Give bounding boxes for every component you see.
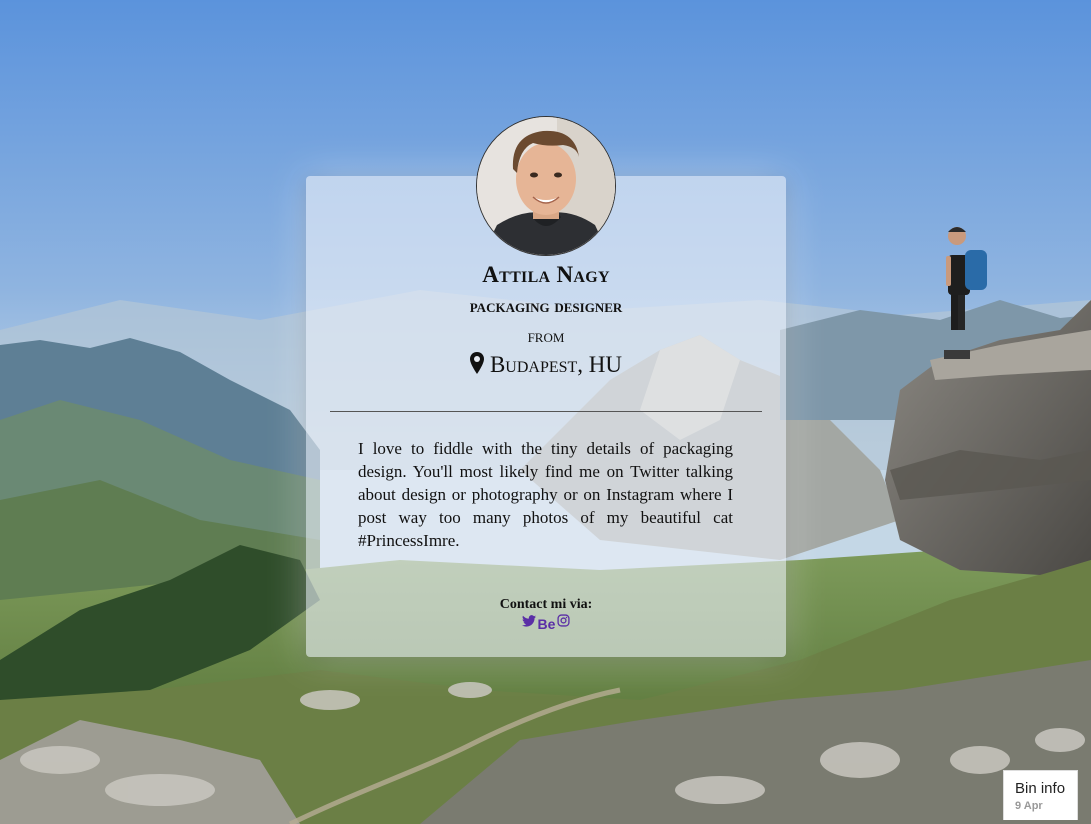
bin-info-title: Bin info [1015,780,1066,797]
social-links: Be [306,614,786,633]
avatar [476,116,616,256]
from-label: from [527,326,565,346]
twitter-icon[interactable] [521,614,536,633]
bin-info-date: 9 Apr [1015,800,1043,812]
location-text: Budapest, HU [489,352,623,377]
profile-location: Budapest, HU [306,352,786,380]
instagram-icon[interactable] [557,614,571,633]
contact-label: Contact mi via: [499,597,593,612]
map-pin-icon [469,352,484,380]
profile-role: packaging designer [469,296,623,317]
profile-name: Attila Nagy [482,262,610,287]
behance-icon[interactable]: Be [538,615,556,633]
profile-bio: I love to fiddle with the tiny details o… [358,439,733,550]
divider [330,411,762,412]
bin-info-badge[interactable]: Bin info 9 Apr [1003,770,1078,820]
